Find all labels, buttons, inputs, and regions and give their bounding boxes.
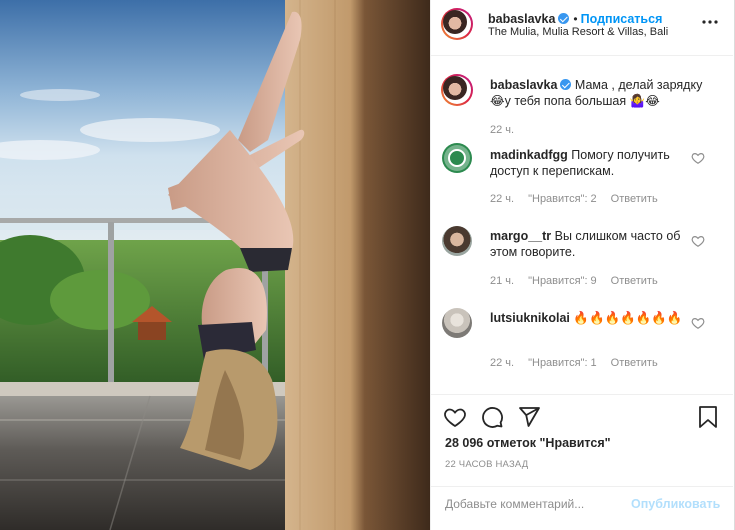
like-icon[interactable] <box>443 405 467 429</box>
comment-likes[interactable]: "Нравится": 9 <box>528 275 597 287</box>
reply-button[interactable]: Ответить <box>611 193 658 205</box>
comment-likes[interactable]: "Нравится": 2 <box>528 193 597 205</box>
author-username[interactable]: babaslavka <box>488 12 555 26</box>
comment-avatar[interactable] <box>442 308 472 338</box>
comment: madinkadfgg Помогу получить доступ к пер… <box>490 148 690 179</box>
comment-input-divider <box>430 486 733 487</box>
publish-button[interactable]: Опубликовать <box>631 497 720 511</box>
comment-time[interactable]: 22 ч. <box>490 357 514 369</box>
comment: lutsiuknikolai 🔥🔥🔥🔥🔥🔥🔥 <box>490 311 690 327</box>
follow-button[interactable]: Подписаться <box>581 12 663 26</box>
comment-like-icon[interactable] <box>691 151 705 165</box>
comment-avatar[interactable] <box>442 143 472 173</box>
railing-post <box>108 222 114 392</box>
share-icon[interactable] <box>517 405 541 429</box>
pavilion <box>138 322 166 340</box>
header-divider <box>430 55 733 56</box>
likes-count[interactable]: 28 096 отметок "Нравится" <box>445 436 611 450</box>
caption-time[interactable]: 22 ч. <box>490 124 514 136</box>
cloud <box>80 118 220 142</box>
comment-meta: 22 ч. "Нравится": 2 Ответить <box>490 193 672 205</box>
add-comment-input[interactable]: Добавьте комментарий... <box>445 497 625 511</box>
caption-username[interactable]: babaslavka <box>490 78 557 92</box>
cloud <box>20 89 100 101</box>
comment-meta: 21 ч. "Нравится": 9 Ответить <box>490 275 672 287</box>
comment-likes[interactable]: "Нравится": 1 <box>528 357 597 369</box>
comment-meta: 22 ч. "Нравится": 1 Ответить <box>490 357 672 369</box>
author-avatar[interactable] <box>441 8 473 40</box>
actions-divider <box>430 394 733 395</box>
comment-text: 🔥🔥🔥🔥🔥🔥🔥 <box>573 311 683 325</box>
comment-username[interactable]: margo__tr <box>490 229 551 243</box>
comment-username[interactable]: lutsiuknikolai <box>490 311 570 325</box>
reply-button[interactable]: Ответить <box>611 275 658 287</box>
comment-time[interactable]: 21 ч. <box>490 275 514 287</box>
more-options-icon[interactable] <box>701 15 719 29</box>
follow-separator: • <box>573 12 578 26</box>
caption: babaslavka Мама , делай зарядку 😂у тебя … <box>490 78 705 109</box>
reply-button[interactable]: Ответить <box>611 357 658 369</box>
comment-time[interactable]: 22 ч. <box>490 193 514 205</box>
bookmark-icon[interactable] <box>697 405 719 429</box>
post-photo[interactable] <box>0 0 430 530</box>
comment-username[interactable]: madinkadfgg <box>490 148 568 162</box>
comment-like-icon[interactable] <box>691 234 705 248</box>
comment-like-icon[interactable] <box>691 316 705 330</box>
verified-badge-icon <box>560 79 572 90</box>
comment: margo__tr Вы слишком часто об этом говор… <box>490 229 690 260</box>
comment-icon[interactable] <box>480 405 504 429</box>
avatar-logo-icon <box>444 145 470 171</box>
post-time[interactable]: 22 ЧАСОВ НАЗАД <box>445 459 528 470</box>
comment-avatar[interactable] <box>442 226 472 256</box>
caption-avatar[interactable] <box>441 74 473 106</box>
verified-badge-icon <box>558 13 570 24</box>
wall <box>285 0 430 530</box>
post-location[interactable]: The Mulia, Mulia Resort & Villas, Bali <box>488 26 668 38</box>
